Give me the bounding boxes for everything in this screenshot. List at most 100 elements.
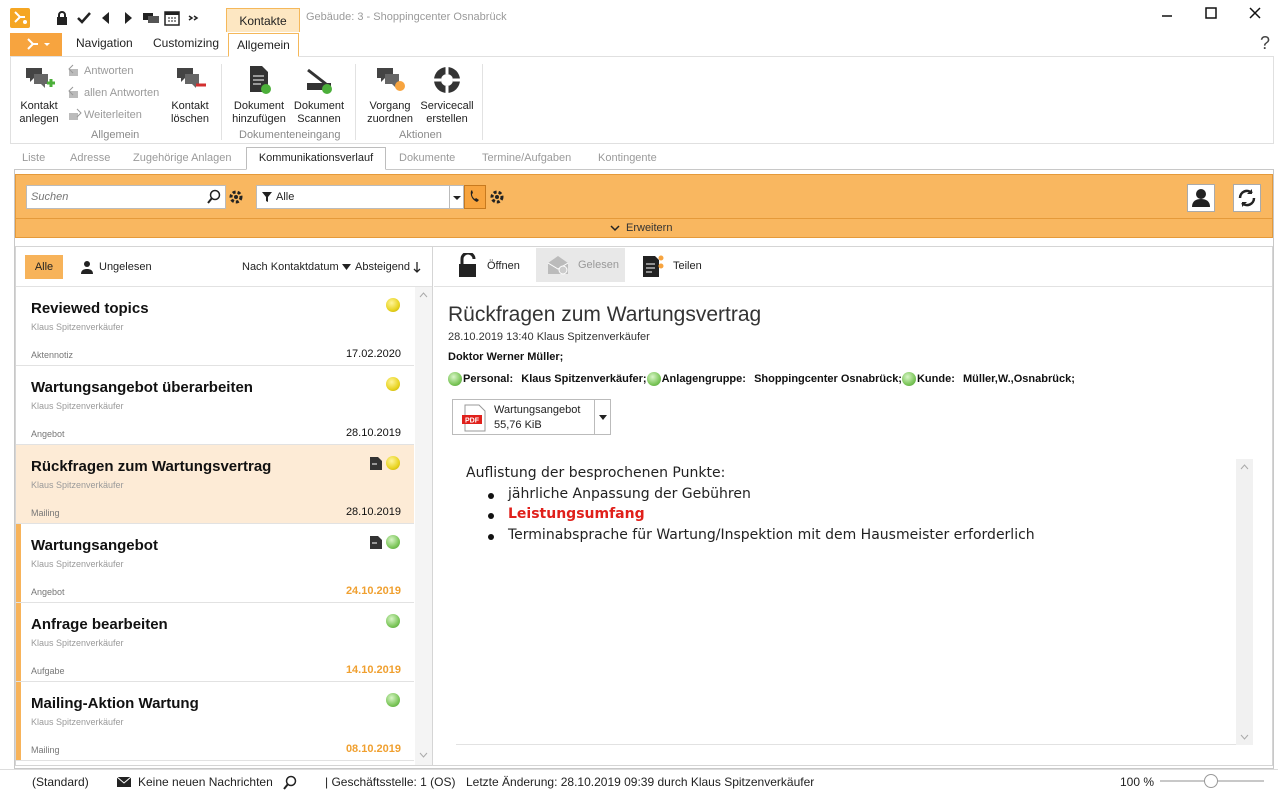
subtab-termine-aufgaben[interactable]: Termine/Aufgaben xyxy=(482,152,571,164)
unread-marker xyxy=(16,524,21,602)
phone-filter-button[interactable] xyxy=(464,185,486,209)
list-item[interactable]: Wartungsangebot Klaus Spitzenverkäufer A… xyxy=(16,524,414,603)
erweitern-toggle[interactable]: Erweitern xyxy=(610,222,672,234)
subtab-dokumente[interactable]: Dokumente xyxy=(399,152,455,164)
item-title: Rückfragen zum Wartungsvertrag xyxy=(31,458,272,475)
item-date: 28.10.2019 xyxy=(345,427,401,439)
messages-status[interactable]: Keine neuen Nachrichten xyxy=(116,775,273,789)
group-separator xyxy=(482,64,483,140)
item-author: Klaus Spitzenverkäufer xyxy=(31,322,124,332)
unread-marker xyxy=(16,682,21,760)
list-scrollbar[interactable] xyxy=(415,287,432,765)
arrow-down-icon xyxy=(413,261,421,273)
dokument-hinzufuegen-button[interactable]: Dokument hinzufügen xyxy=(230,64,288,126)
link-kunde[interactable]: Kunde: Müller,W.,Osnabrück; xyxy=(901,372,1075,386)
calendar-icon[interactable] xyxy=(164,10,182,26)
close-icon[interactable] xyxy=(1248,6,1262,20)
context-tab-header: Kontakte xyxy=(226,8,300,32)
item-kind: Mailing xyxy=(31,508,60,518)
more-commands-icon[interactable] xyxy=(186,10,204,26)
status-search-icon[interactable] xyxy=(282,775,298,791)
svg-text:PDF: PDF xyxy=(465,418,480,425)
list-item[interactable]: Wartungsangebot überarbeiten Klaus Spitz… xyxy=(16,366,414,445)
item-title: Wartungsangebot xyxy=(31,537,158,554)
divider xyxy=(434,286,1272,287)
ribbon-tab-navigation[interactable]: Navigation xyxy=(76,36,133,50)
allen-antworten-button[interactable]: allen Antworten xyxy=(68,86,159,99)
zoom-level: 100 % xyxy=(1120,775,1155,789)
filter-alle-button[interactable]: Alle xyxy=(25,255,63,279)
chevron-down-icon[interactable] xyxy=(449,186,463,208)
item-date: 28.10.2019 xyxy=(345,506,401,518)
user-button[interactable] xyxy=(1187,184,1215,212)
subtab-kontingente[interactable]: Kontingente xyxy=(598,152,657,164)
filter-ungelesen-button[interactable]: Ungelesen xyxy=(80,260,152,274)
link-anlagengruppe[interactable]: Anlagengruppe: Shoppingcenter Osnabrück; xyxy=(646,372,902,386)
zoom-slider-handle[interactable] xyxy=(1204,774,1218,788)
list-item[interactable]: Mailing-Aktion Wartung Klaus Spitzenverk… xyxy=(16,682,414,761)
list-item[interactable]: Reviewed topics Klaus Spitzenverkäufer A… xyxy=(16,287,414,366)
oeffnen-button[interactable]: Öffnen xyxy=(457,250,520,282)
subtab-adresse[interactable]: Adresse xyxy=(70,152,110,164)
subtab-kommunikationsverlauf[interactable]: Kommunikationsverlauf xyxy=(246,147,386,170)
search-input[interactable] xyxy=(27,186,202,208)
vorgang-zuordnen-button[interactable]: Vorgang zuordnen xyxy=(364,64,416,126)
add-document-icon xyxy=(242,64,276,96)
kontakt-anlegen-button[interactable]: Kontakt anlegen xyxy=(14,64,64,126)
help-icon[interactable]: ? xyxy=(1260,33,1270,54)
envelope-read-icon xyxy=(546,254,570,276)
layout-status[interactable]: (Standard) xyxy=(32,775,89,789)
chevron-down-icon xyxy=(610,224,620,232)
body-bullet: jährliche Anpassung der Gebühren xyxy=(488,486,751,502)
list-item[interactable]: Anfrage bearbeiten Klaus Spitzenverkäufe… xyxy=(16,603,414,682)
item-title: Mailing-Aktion Wartung xyxy=(31,695,199,712)
reply-all-icon xyxy=(68,86,82,99)
lifebuoy-icon xyxy=(430,64,464,96)
back-arrow-icon[interactable] xyxy=(98,10,116,26)
messages-icon[interactable] xyxy=(142,10,160,26)
group-label-dokumenteneingang: Dokumenteneingang xyxy=(239,129,341,141)
list-item-selected[interactable]: Rückfragen zum Wartungsvertrag Klaus Spi… xyxy=(16,445,414,524)
subtab-zugehoerige-anlagen[interactable]: Zugehörige Anlagen xyxy=(133,152,231,164)
user-icon xyxy=(80,260,94,274)
item-kind: Angebot xyxy=(31,587,65,597)
gelesen-button[interactable]: Gelesen xyxy=(536,248,625,282)
filter-settings-gear-icon[interactable] xyxy=(488,187,506,207)
app-menu-button[interactable] xyxy=(10,33,62,56)
sort-direction-button[interactable]: Absteigend xyxy=(355,261,421,273)
weiterleiten-button[interactable]: Weiterleiten xyxy=(68,108,142,121)
green-status-icon xyxy=(646,372,661,386)
sort-field-dropdown[interactable]: Nach Kontaktdatum xyxy=(242,261,351,273)
filter-dropdown[interactable]: Alle xyxy=(256,185,464,209)
antworten-button[interactable]: Antworten xyxy=(68,64,134,77)
search-icon[interactable] xyxy=(206,189,222,205)
body-bullet: Terminabsprache für Wartung/Inspektion m… xyxy=(488,527,1035,543)
dokument-scannen-button[interactable]: Dokument Scannen xyxy=(292,64,346,126)
teilen-button[interactable]: Teilen xyxy=(641,250,702,282)
kontakt-loeschen-button[interactable]: Kontakt löschen xyxy=(166,64,214,126)
link-personal[interactable]: Personal: Klaus Spitzenverkäufer; xyxy=(448,372,647,386)
item-date: 14.10.2019 xyxy=(345,664,401,676)
unlock-icon xyxy=(457,253,479,279)
refresh-button[interactable] xyxy=(1233,184,1261,212)
filter-value: Alle xyxy=(276,191,295,203)
forward-arrow-icon[interactable] xyxy=(120,10,138,26)
minimize-icon[interactable] xyxy=(1160,6,1174,20)
funnel-icon xyxy=(261,191,273,203)
chevron-down-icon[interactable] xyxy=(594,400,610,434)
subtab-liste[interactable]: Liste xyxy=(22,152,45,164)
ribbon-tab-allgemein[interactable]: Allgemein xyxy=(228,33,299,57)
item-author: Klaus Spitzenverkäufer xyxy=(31,559,124,569)
maximize-icon[interactable] xyxy=(1204,6,1218,20)
item-kind: Aktennotiz xyxy=(31,350,74,360)
add-contact-icon xyxy=(22,64,56,96)
linked-objects: Personal: Klaus Spitzenverkäufer; Anlage… xyxy=(448,372,1075,386)
search-settings-gear-icon[interactable] xyxy=(227,187,245,207)
item-title: Wartungsangebot überarbeiten xyxy=(31,379,253,396)
lock-icon[interactable] xyxy=(54,10,72,26)
servicecall-erstellen-button[interactable]: Servicecall erstellen xyxy=(419,64,475,126)
ribbon-tab-customizing[interactable]: Customizing xyxy=(153,36,219,50)
body-scrollbar[interactable] xyxy=(1236,459,1253,745)
pdf-icon: PDF xyxy=(461,404,487,432)
checkmark-icon[interactable] xyxy=(76,10,94,26)
